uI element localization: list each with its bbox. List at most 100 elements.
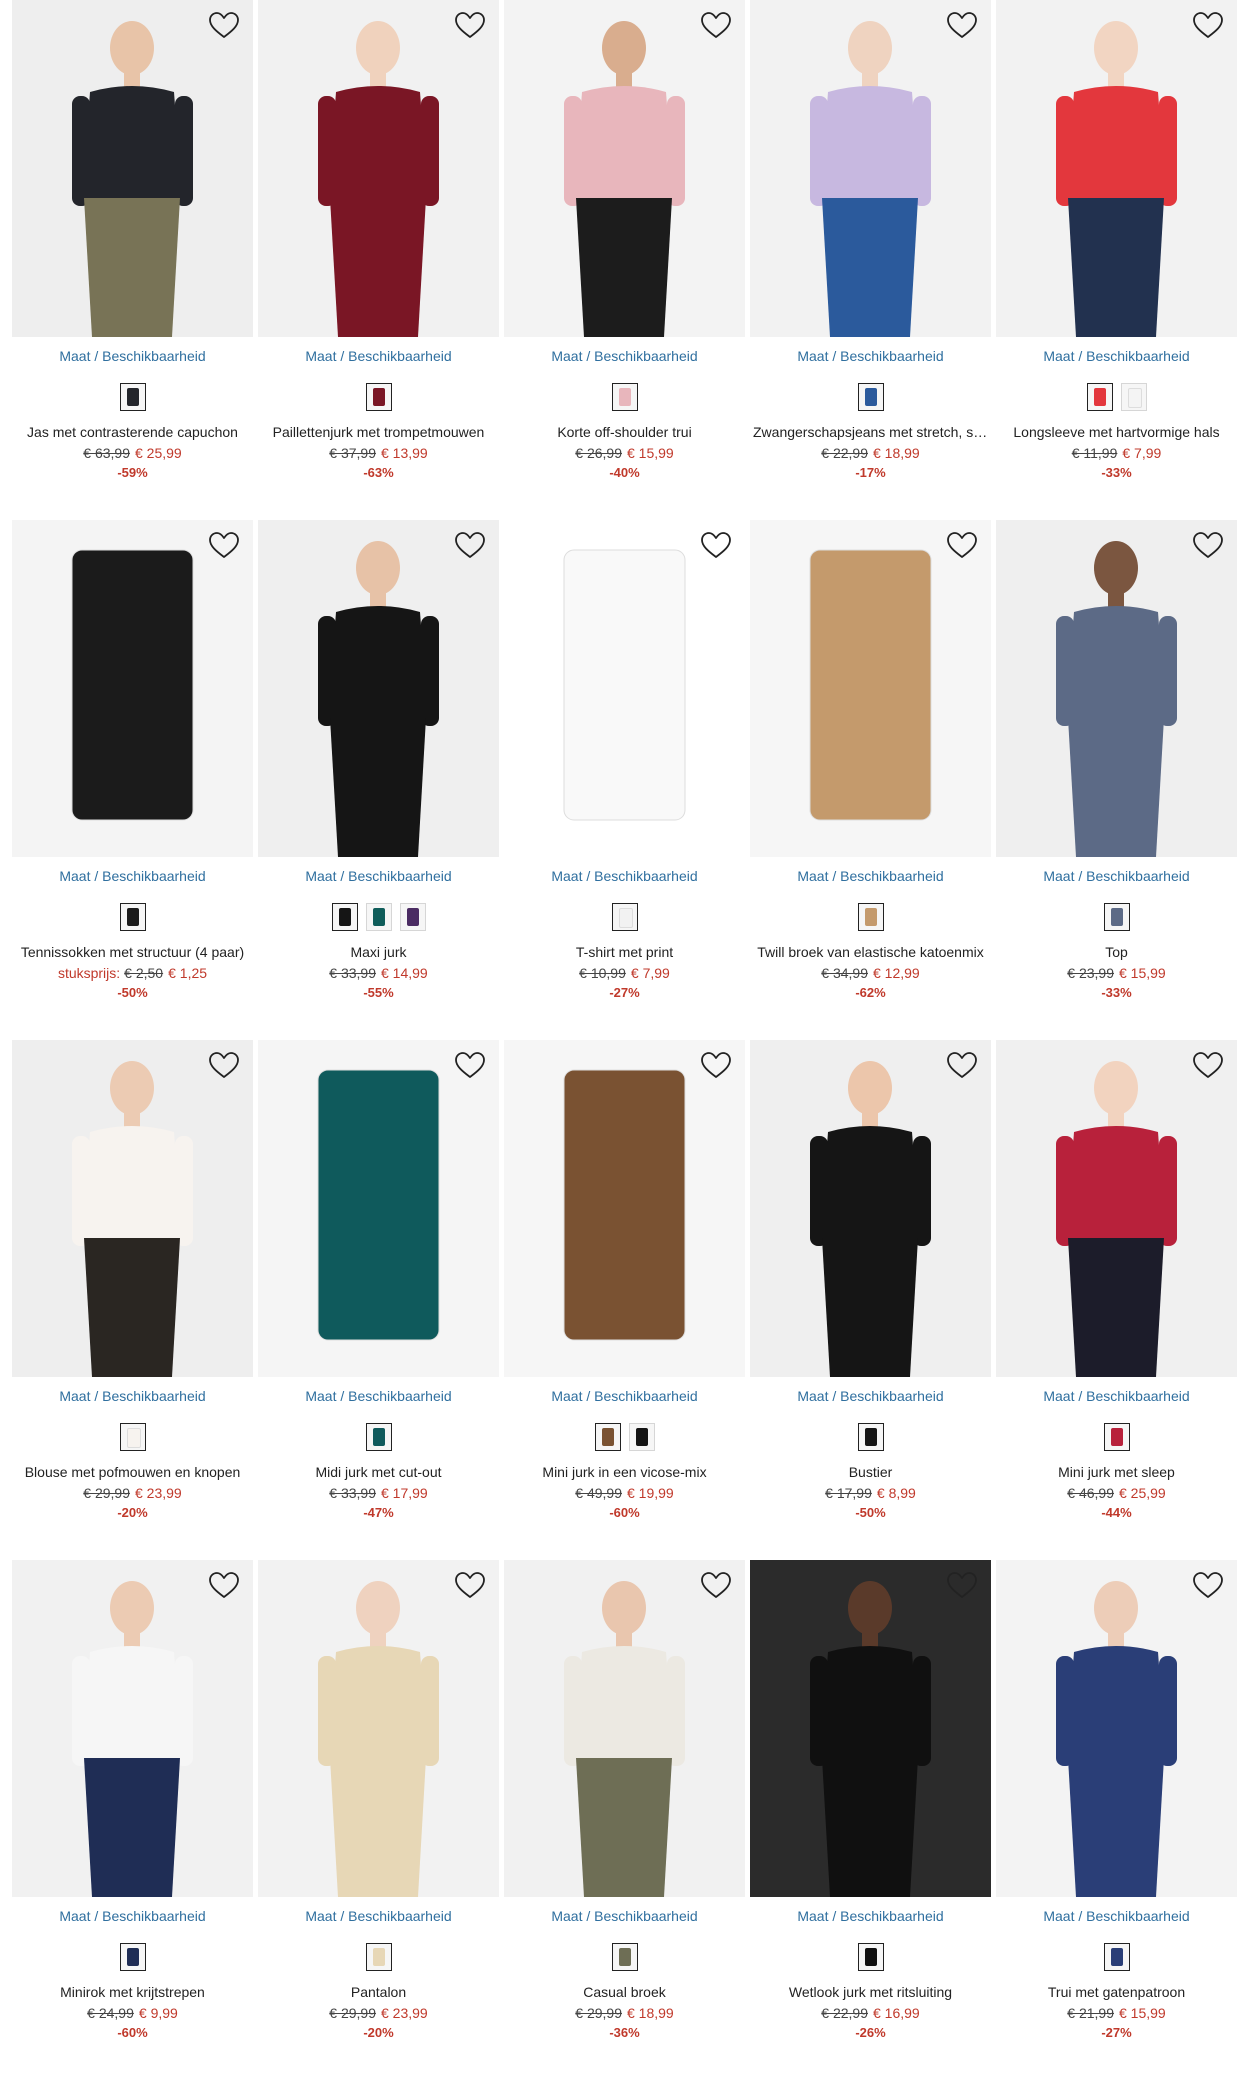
size-availability-link[interactable]: Maat / Beschikbaarheid bbox=[996, 1388, 1237, 1406]
size-availability-link[interactable]: Maat / Beschikbaarheid bbox=[996, 1908, 1237, 1926]
color-swatch[interactable] bbox=[611, 383, 638, 411]
product-image[interactable] bbox=[12, 520, 253, 857]
product-name[interactable]: Longsleeve met hartvormige hals bbox=[996, 424, 1237, 442]
product-card[interactable]: Maat / Beschikbaarheid Mini jurk met slee… bbox=[996, 1040, 1237, 1560]
color-swatch[interactable] bbox=[119, 383, 146, 411]
product-image[interactable] bbox=[996, 520, 1237, 857]
product-name[interactable]: Tennissokken met structuur (4 paar) bbox=[12, 944, 253, 962]
color-swatch[interactable] bbox=[628, 1423, 655, 1451]
size-availability-link[interactable]: Maat / Beschikbaarheid bbox=[504, 868, 745, 886]
product-name[interactable]: Twill broek van elastische katoenmix bbox=[750, 944, 991, 962]
product-image[interactable] bbox=[12, 1040, 253, 1377]
product-image[interactable] bbox=[750, 0, 991, 337]
color-swatch[interactable] bbox=[365, 1943, 392, 1971]
product-card[interactable]: Maat / Beschikbaarheid Wetlook jurk met r… bbox=[750, 1560, 991, 2080]
size-availability-link[interactable]: Maat / Beschikbaarheid bbox=[504, 348, 745, 366]
wishlist-heart-icon[interactable] bbox=[945, 10, 979, 40]
product-image[interactable] bbox=[258, 1560, 499, 1897]
wishlist-heart-icon[interactable] bbox=[453, 1050, 487, 1080]
product-card[interactable]: Maat / Beschikbaarheid Mini jurk in een v… bbox=[504, 1040, 745, 1560]
product-image[interactable] bbox=[258, 1040, 499, 1377]
wishlist-heart-icon[interactable] bbox=[945, 530, 979, 560]
product-name[interactable]: Maxi jurk bbox=[258, 944, 499, 962]
product-card[interactable]: Maat / Beschikbaarheid Midi jurk met cut-… bbox=[258, 1040, 499, 1560]
wishlist-heart-icon[interactable] bbox=[945, 1050, 979, 1080]
size-availability-link[interactable]: Maat / Beschikbaarheid bbox=[996, 868, 1237, 886]
size-availability-link[interactable]: Maat / Beschikbaarheid bbox=[12, 1388, 253, 1406]
wishlist-heart-icon[interactable] bbox=[1191, 1050, 1225, 1080]
product-name[interactable]: Korte off-shoulder trui bbox=[504, 424, 745, 442]
product-name[interactable]: Zwangerschapsjeans met stretch, straight bbox=[750, 424, 991, 442]
size-availability-link[interactable]: Maat / Beschikbaarheid bbox=[258, 868, 499, 886]
product-image[interactable] bbox=[258, 0, 499, 337]
color-swatch[interactable] bbox=[365, 383, 392, 411]
wishlist-heart-icon[interactable] bbox=[453, 1570, 487, 1600]
product-image[interactable] bbox=[12, 1560, 253, 1897]
product-image[interactable] bbox=[996, 1040, 1237, 1377]
product-card[interactable]: Maat / Beschikbaarheid Minirok met krijts… bbox=[12, 1560, 253, 2080]
color-swatch[interactable] bbox=[119, 903, 146, 931]
product-image[interactable] bbox=[504, 1560, 745, 1897]
product-image[interactable] bbox=[996, 0, 1237, 337]
product-card[interactable]: Maat / Beschikbaarheid Casual broek € 29,9… bbox=[504, 1560, 745, 2080]
color-swatch[interactable] bbox=[611, 903, 638, 931]
product-card[interactable]: Maat / Beschikbaarheid Blouse met pofmouw… bbox=[12, 1040, 253, 1560]
color-swatch[interactable] bbox=[399, 903, 426, 931]
wishlist-heart-icon[interactable] bbox=[699, 1570, 733, 1600]
product-card[interactable]: Maat / Beschikbaarheid Tennissokken met s… bbox=[12, 520, 253, 1040]
color-swatch[interactable] bbox=[331, 903, 358, 931]
size-availability-link[interactable]: Maat / Beschikbaarheid bbox=[12, 868, 253, 886]
color-swatch[interactable] bbox=[1103, 1423, 1130, 1451]
size-availability-link[interactable]: Maat / Beschikbaarheid bbox=[750, 868, 991, 886]
wishlist-heart-icon[interactable] bbox=[207, 10, 241, 40]
color-swatch[interactable] bbox=[1103, 1943, 1130, 1971]
product-card[interactable]: Maat / Beschikbaarheid Maxi jurk € 33,99 € … bbox=[258, 520, 499, 1040]
size-availability-link[interactable]: Maat / Beschikbaarheid bbox=[258, 1908, 499, 1926]
color-swatch[interactable] bbox=[611, 1943, 638, 1971]
product-name[interactable]: Mini jurk in een vicose-mix bbox=[504, 1464, 745, 1482]
size-availability-link[interactable]: Maat / Beschikbaarheid bbox=[750, 1908, 991, 1926]
product-card[interactable]: Maat / Beschikbaarheid Bustier € 17,99 € 8,… bbox=[750, 1040, 991, 1560]
product-card[interactable]: Maat / Beschikbaarheid Twill broek van el… bbox=[750, 520, 991, 1040]
size-availability-link[interactable]: Maat / Beschikbaarheid bbox=[750, 348, 991, 366]
product-name[interactable]: Paillettenjurk met trompetmouwen bbox=[258, 424, 499, 442]
size-availability-link[interactable]: Maat / Beschikbaarheid bbox=[258, 348, 499, 366]
product-card[interactable]: Maat / Beschikbaarheid Trui met gatenpatr… bbox=[996, 1560, 1237, 2080]
product-name[interactable]: Top bbox=[996, 944, 1237, 962]
color-swatch[interactable] bbox=[1086, 383, 1113, 411]
color-swatch[interactable] bbox=[119, 1943, 146, 1971]
color-swatch[interactable] bbox=[119, 1423, 146, 1451]
color-swatch[interactable] bbox=[857, 903, 884, 931]
product-name[interactable]: Jas met contrasterende capuchon bbox=[12, 424, 253, 442]
wishlist-heart-icon[interactable] bbox=[945, 1570, 979, 1600]
product-card[interactable]: Maat / Beschikbaarheid Jas met contraster… bbox=[12, 0, 253, 520]
color-swatch[interactable] bbox=[857, 1943, 884, 1971]
size-availability-link[interactable]: Maat / Beschikbaarheid bbox=[258, 1388, 499, 1406]
product-card[interactable]: Maat / Beschikbaarheid Korte off-shoulder… bbox=[504, 0, 745, 520]
wishlist-heart-icon[interactable] bbox=[1191, 1570, 1225, 1600]
color-swatch[interactable] bbox=[857, 383, 884, 411]
product-name[interactable]: Bustier bbox=[750, 1464, 991, 1482]
product-name[interactable]: Pantalon bbox=[258, 1984, 499, 2002]
size-availability-link[interactable]: Maat / Beschikbaarheid bbox=[12, 1908, 253, 1926]
product-image[interactable] bbox=[750, 1560, 991, 1897]
product-name[interactable]: Minirok met krijtstrepen bbox=[12, 1984, 253, 2002]
wishlist-heart-icon[interactable] bbox=[453, 530, 487, 560]
product-name[interactable]: Mini jurk met sleep bbox=[996, 1464, 1237, 1482]
color-swatch[interactable] bbox=[365, 1423, 392, 1451]
size-availability-link[interactable]: Maat / Beschikbaarheid bbox=[504, 1908, 745, 1926]
color-swatch[interactable] bbox=[1120, 383, 1147, 411]
product-card[interactable]: Maat / Beschikbaarheid Longsleeve met har… bbox=[996, 0, 1237, 520]
product-image[interactable] bbox=[504, 0, 745, 337]
product-name[interactable]: T-shirt met print bbox=[504, 944, 745, 962]
product-image[interactable] bbox=[12, 0, 253, 337]
wishlist-heart-icon[interactable] bbox=[207, 1570, 241, 1600]
product-image[interactable] bbox=[996, 1560, 1237, 1897]
wishlist-heart-icon[interactable] bbox=[453, 10, 487, 40]
product-image[interactable] bbox=[504, 520, 745, 857]
product-name[interactable]: Blouse met pofmouwen en knopen bbox=[12, 1464, 253, 1482]
wishlist-heart-icon[interactable] bbox=[1191, 10, 1225, 40]
product-image[interactable] bbox=[750, 520, 991, 857]
wishlist-heart-icon[interactable] bbox=[699, 530, 733, 560]
wishlist-heart-icon[interactable] bbox=[699, 1050, 733, 1080]
